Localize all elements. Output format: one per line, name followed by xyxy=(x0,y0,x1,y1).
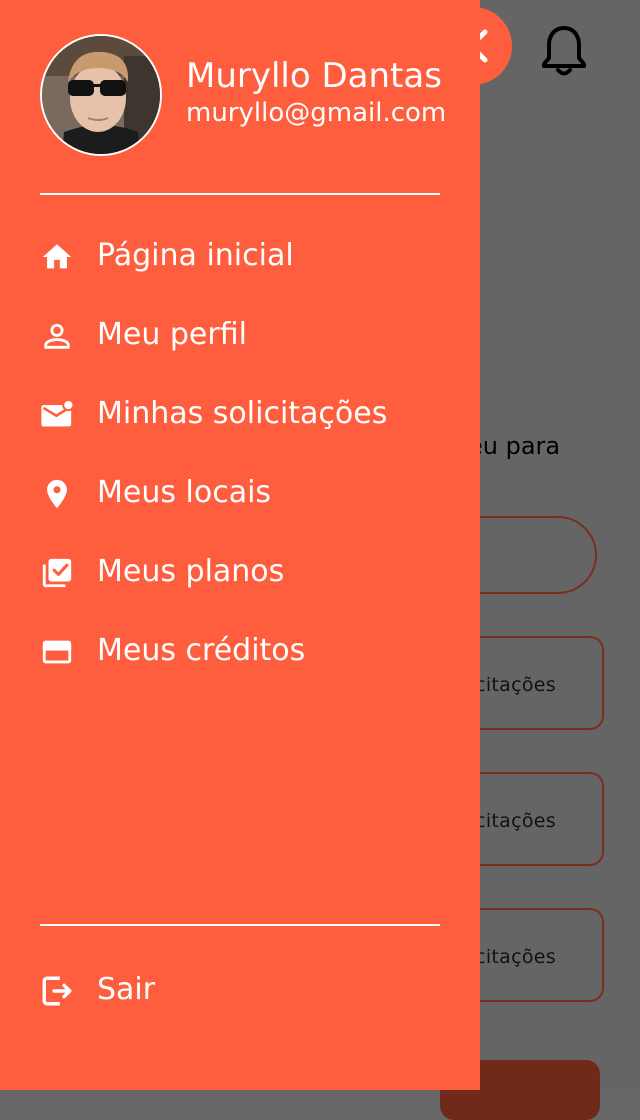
credit-card-icon xyxy=(42,640,72,664)
menu-item-credits[interactable]: Meus créditos xyxy=(40,623,440,679)
logout-button[interactable]: Sair xyxy=(40,962,440,1018)
logout-icon xyxy=(42,976,72,1006)
menu-item-profile[interactable]: Meu perfil xyxy=(40,307,440,363)
menu-item-plans[interactable]: Meus planos xyxy=(40,544,440,600)
menu-item-label: Meu perfil xyxy=(97,317,247,352)
menu-item-label: Página inicial xyxy=(97,238,294,273)
navigation-drawer: Muryllo Dantas muryllo@gmail.com Página … xyxy=(0,0,480,1090)
location-pin-icon xyxy=(47,479,67,509)
logout-label: Sair xyxy=(97,972,156,1007)
footer-divider xyxy=(40,924,440,926)
header-divider xyxy=(40,193,440,195)
menu-item-label: Meus créditos xyxy=(97,633,306,668)
menu-item-home[interactable]: Página inicial xyxy=(40,228,440,284)
menu-item-label: Meus planos xyxy=(97,554,285,589)
avatar[interactable] xyxy=(40,34,162,156)
menu-item-requests[interactable]: Minhas solicitações xyxy=(40,386,440,442)
home-icon xyxy=(42,244,72,269)
menu-item-label: Meus locais xyxy=(97,475,272,510)
user-email: muryllo@gmail.com xyxy=(186,98,447,128)
library-check-icon xyxy=(42,558,72,588)
mail-badge-icon xyxy=(41,398,74,427)
person-icon xyxy=(44,323,70,349)
menu-item-label: Minhas solicitações xyxy=(97,396,388,431)
menu-item-locations[interactable]: Meus locais xyxy=(40,465,440,521)
user-name: Muryllo Dantas xyxy=(186,56,442,96)
bell-icon[interactable] xyxy=(540,24,588,78)
background-subtitle: eu para xyxy=(468,432,561,460)
